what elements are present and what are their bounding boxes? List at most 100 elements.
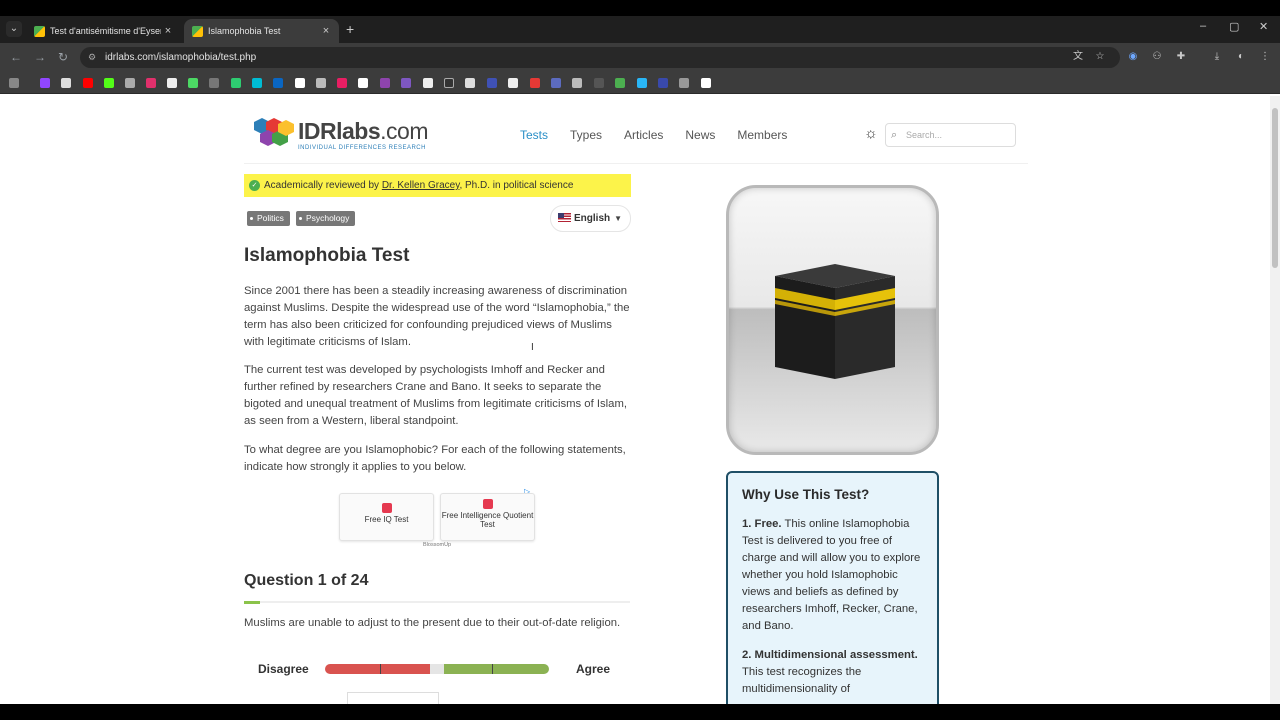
agree-segment[interactable] [444,664,549,674]
nav-members[interactable]: Members [737,128,787,142]
profile-icon[interactable]: ◐ [1235,51,1247,63]
new-tab-button[interactable]: + [346,21,354,37]
why-point: 1. Free. This online Islamophobia Test i… [742,516,923,635]
bookmark-icon[interactable] [465,78,475,88]
intro-paragraph: To what degree are you Islamophobic? For… [244,444,626,473]
bookmark-icon[interactable] [594,78,604,88]
caret-down-icon: ▼ [614,214,622,223]
language-selector[interactable]: English ▼ [550,205,631,232]
nav-news[interactable]: News [685,128,715,142]
bookmark-icon[interactable] [637,78,647,88]
bookmark-icon[interactable] [316,78,326,88]
bookmark-icon[interactable] [423,78,433,88]
hexagon-logo-icon [254,118,294,146]
back-icon[interactable]: ← [10,50,22,64]
extension-icon[interactable]: ◉ [1127,51,1139,63]
forward-icon[interactable]: → [34,50,46,64]
web-page: IDRlabs.com INDIVIDUAL DIFFERENCES RESEA… [0,96,1270,704]
bookmark-icon[interactable] [572,78,582,88]
tag-list: Politics Psychology [247,211,356,226]
bookmark-icon[interactable] [61,78,71,88]
menu-kebab-icon[interactable]: ⋮ [1259,51,1271,63]
ad-card-intelligence[interactable]: Free Intelligence Quotient Test [440,493,535,541]
tag-politics[interactable]: Politics [247,211,290,226]
maximize-icon[interactable]: ▢ [1229,20,1239,33]
bookmark-icon[interactable] [551,78,561,88]
translate-icon[interactable]: 文 [1072,51,1084,63]
bookmark-icon[interactable] [487,78,497,88]
bookmark-star-icon[interactable]: ☆ [1094,51,1106,63]
reviewer-link[interactable]: Dr. Kellen Gracey [382,180,460,191]
disagree-segment[interactable] [325,664,430,674]
bookmark-icon[interactable] [701,78,711,88]
bookmark-icon[interactable] [188,78,198,88]
bookmark-icon[interactable] [658,78,668,88]
address-bar[interactable]: ⚙ idrlabs.com/islamophobia/test.php [80,47,1120,68]
tag-psychology[interactable]: Psychology [295,211,356,226]
agree-label: Agree [576,662,611,676]
answer-button[interactable] [347,692,439,704]
progress-fill [244,601,261,604]
close-window-icon[interactable]: ✕ [1259,20,1268,33]
bookmark-icon[interactable] [358,78,368,88]
bookmark-icon[interactable] [530,78,540,88]
bookmark-icon[interactable] [401,78,411,88]
why-point-text: This test recognizes the multidimensiona… [742,666,862,695]
bookmark-icon[interactable] [273,78,283,88]
bookmark-icon[interactable] [40,78,50,88]
close-tab-icon[interactable]: × [319,25,333,37]
bookmark-icon[interactable] [508,78,518,88]
tab-search-icon[interactable]: ⌄ [6,21,22,37]
ad-card-iq[interactable]: Free IQ Test [339,493,434,541]
bookmark-icon[interactable] [615,78,625,88]
ad-icon [381,503,392,513]
tab-eysenck[interactable]: Test d'antisémitisme d'Eysenck × [26,19,181,43]
scale-tick [492,664,493,674]
bookmark-icon[interactable] [295,78,305,88]
bookmark-icon[interactable] [337,78,347,88]
bookmark-icon[interactable] [146,78,156,88]
bookmark-icon[interactable] [104,78,114,88]
idrlabs-logo[interactable]: IDRlabs.com INDIVIDUAL DIFFERENCES RESEA… [252,116,432,156]
os-top-bar [0,0,1280,16]
extension-icon[interactable]: ⚇ [1151,51,1163,63]
neutral-segment[interactable] [430,664,444,674]
why-point-text: This online Islamophobia Test is deliver… [742,518,921,632]
ad-brand: BlossomUp [423,542,452,548]
idrlabs-favicon-icon [34,25,45,37]
download-icon[interactable]: ⤓ [1211,51,1223,63]
close-tab-icon[interactable]: × [161,25,175,37]
review-banner: ✓ Academically reviewed by Dr. Kellen Gr… [244,174,631,197]
sun-icon[interactable]: ☼ [864,125,878,142]
bookmark-icon[interactable] [209,78,219,88]
bookmark-icon[interactable] [444,78,454,88]
extensions-puzzle-icon[interactable]: ✚ [1175,51,1187,63]
nav-articles[interactable]: Articles [624,128,663,142]
apps-grid-icon[interactable] [9,78,19,88]
search-placeholder: Search... [906,130,943,140]
disagree-label: Disagree [258,662,309,676]
scrollbar-thumb[interactable] [1272,108,1278,268]
page-scrollbar[interactable] [1270,96,1280,704]
agreement-slider[interactable] [325,664,549,674]
bookmark-icon[interactable] [83,78,93,88]
review-suffix: , Ph.D. in political science [459,180,574,191]
tab-islamophobia[interactable]: Islamophobia Test × [184,19,339,43]
ad-icon [482,499,493,509]
intro-paragraph: The current test was developed by psycho… [244,364,627,427]
minimize-icon[interactable]: – [1200,20,1206,32]
bookmark-icon[interactable] [125,78,135,88]
page-title: Islamophobia Test [244,245,410,266]
site-info-icon[interactable]: ⚙ [88,52,96,63]
nav-types[interactable]: Types [570,128,602,142]
us-flag-icon [558,213,571,222]
bookmark-icon[interactable] [252,78,262,88]
nav-tests[interactable]: Tests [520,128,548,142]
bookmark-icon[interactable] [167,78,177,88]
search-input[interactable]: ⌕ Search... [885,123,1016,147]
question-heading: Question 1 of 24 [244,572,369,589]
bookmark-icon[interactable] [679,78,689,88]
bookmark-icon[interactable] [231,78,241,88]
bookmark-icon[interactable] [380,78,390,88]
reload-icon[interactable]: ↻ [58,50,68,64]
